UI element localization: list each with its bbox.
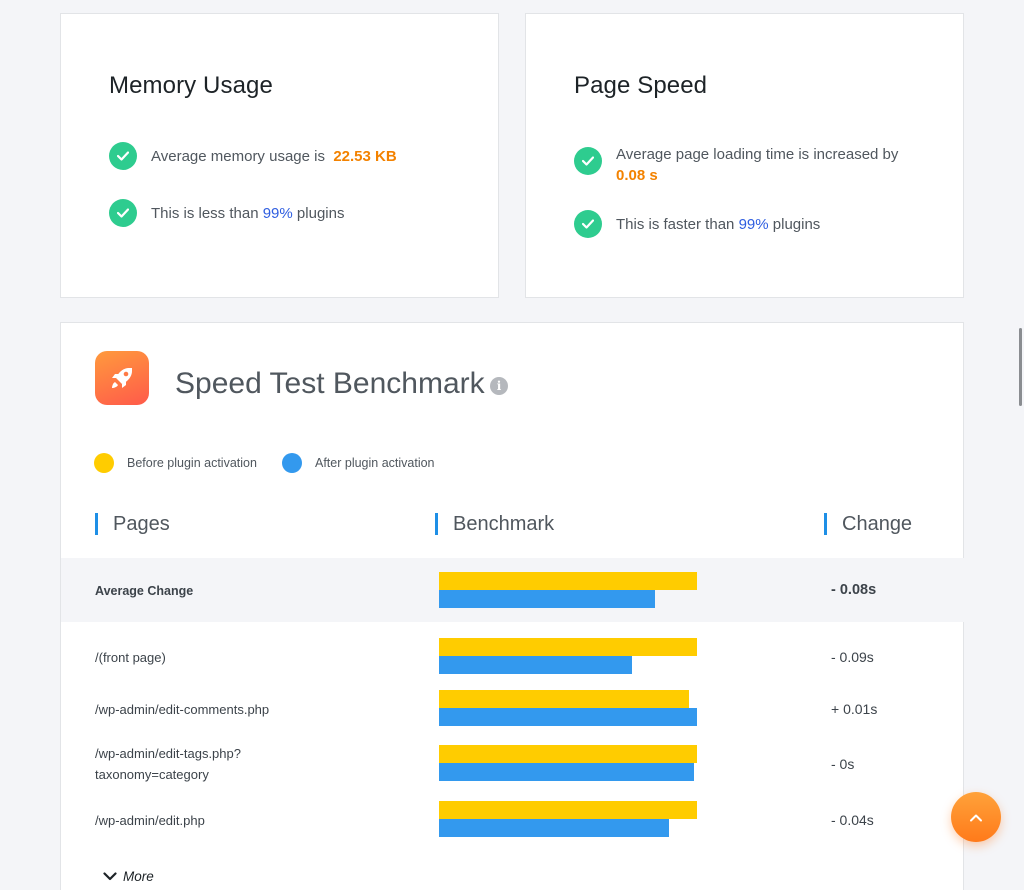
check-icon bbox=[574, 147, 602, 175]
speed-average-text: Average page loading time is increased b… bbox=[616, 146, 899, 163]
memory-average-row: Average memory usage is 22.53 KB bbox=[109, 142, 397, 170]
rocket-icon bbox=[95, 351, 149, 405]
speed-comparison-value: 99% bbox=[738, 216, 769, 233]
speed-benchmark-card: Speed Test Benchmark i Before plugin act… bbox=[60, 322, 964, 890]
speed-average-value: 0.08 s bbox=[616, 167, 658, 184]
average-after-bar bbox=[439, 590, 655, 608]
chevron-up-icon bbox=[970, 814, 982, 821]
page-speed-card: Page Speed Average page loading time is … bbox=[525, 13, 964, 298]
page-row-label-line2: taxonomy=category bbox=[95, 767, 209, 782]
memory-average-text: Average memory usage is bbox=[151, 148, 325, 165]
legend-before: Before plugin activation bbox=[94, 453, 257, 473]
page-row-after-bar bbox=[439, 708, 697, 726]
memory-comparison-text: This is less than bbox=[151, 205, 259, 222]
memory-comparison-row: This is less than 99% plugins bbox=[109, 199, 344, 227]
scroll-to-top-button[interactable] bbox=[951, 792, 1001, 842]
page-row-change: - 0.09s bbox=[831, 649, 874, 665]
speed-comparison-row: This is faster than 99% plugins bbox=[574, 210, 820, 238]
page-row-label: /wp-admin/edit-comments.php bbox=[95, 702, 270, 717]
memory-average-value: 22.53 KB bbox=[333, 148, 397, 165]
speed-comparison-text: This is faster than bbox=[616, 216, 735, 233]
more-button[interactable]: More bbox=[103, 869, 154, 884]
page-speed-title: Page Speed bbox=[574, 72, 708, 99]
chevron-down-icon bbox=[103, 872, 117, 881]
page-row-label: /(front page) bbox=[95, 650, 166, 665]
page-row-before-bar bbox=[439, 638, 697, 656]
memory-comparison-suffix: plugins bbox=[296, 205, 345, 222]
legend-after-label: After plugin activation bbox=[315, 456, 435, 470]
speed-average-row: Average page loading time is increased b… bbox=[574, 144, 934, 186]
memory-usage-title: Memory Usage bbox=[109, 72, 273, 99]
info-icon[interactable]: i bbox=[490, 377, 508, 395]
legend-after: After plugin activation bbox=[282, 453, 435, 473]
page-row-after-bar bbox=[439, 819, 669, 837]
legend-after-swatch bbox=[282, 453, 302, 473]
column-header-pages: Pages bbox=[95, 513, 170, 535]
page-row-before-bar bbox=[439, 801, 697, 819]
legend-before-label: Before plugin activation bbox=[127, 456, 257, 470]
page-row-after-bar bbox=[439, 763, 694, 781]
memory-comparison-value: 99% bbox=[262, 205, 293, 222]
page-row-change: - 0s bbox=[831, 756, 855, 772]
page-row-before-bar bbox=[439, 745, 697, 763]
page-row-label: /wp-admin/edit.php bbox=[95, 813, 205, 828]
check-icon bbox=[574, 210, 602, 238]
average-before-bar bbox=[439, 572, 697, 590]
more-label: More bbox=[123, 869, 154, 884]
scrollbar-thumb[interactable] bbox=[1019, 328, 1022, 406]
page-row-change: - 0.04s bbox=[831, 812, 874, 828]
page-row-after-bar bbox=[439, 656, 632, 674]
page-row-change: + 0.01s bbox=[831, 701, 878, 717]
check-icon bbox=[109, 199, 137, 227]
page-row-label: /wp-admin/edit-tags.php? bbox=[95, 746, 241, 761]
speed-comparison-suffix: plugins bbox=[772, 216, 821, 233]
legend-before-swatch bbox=[94, 453, 114, 473]
average-change-value: - 0.08s bbox=[831, 582, 877, 598]
column-header-change: Change bbox=[824, 513, 912, 535]
check-icon bbox=[109, 142, 137, 170]
benchmark-title: Speed Test Benchmark bbox=[175, 367, 485, 400]
average-change-label: Average Change bbox=[95, 584, 194, 598]
column-header-benchmark: Benchmark bbox=[435, 513, 554, 535]
page-row-before-bar bbox=[439, 690, 689, 708]
memory-usage-card: Memory Usage Average memory usage is 22.… bbox=[60, 13, 499, 298]
